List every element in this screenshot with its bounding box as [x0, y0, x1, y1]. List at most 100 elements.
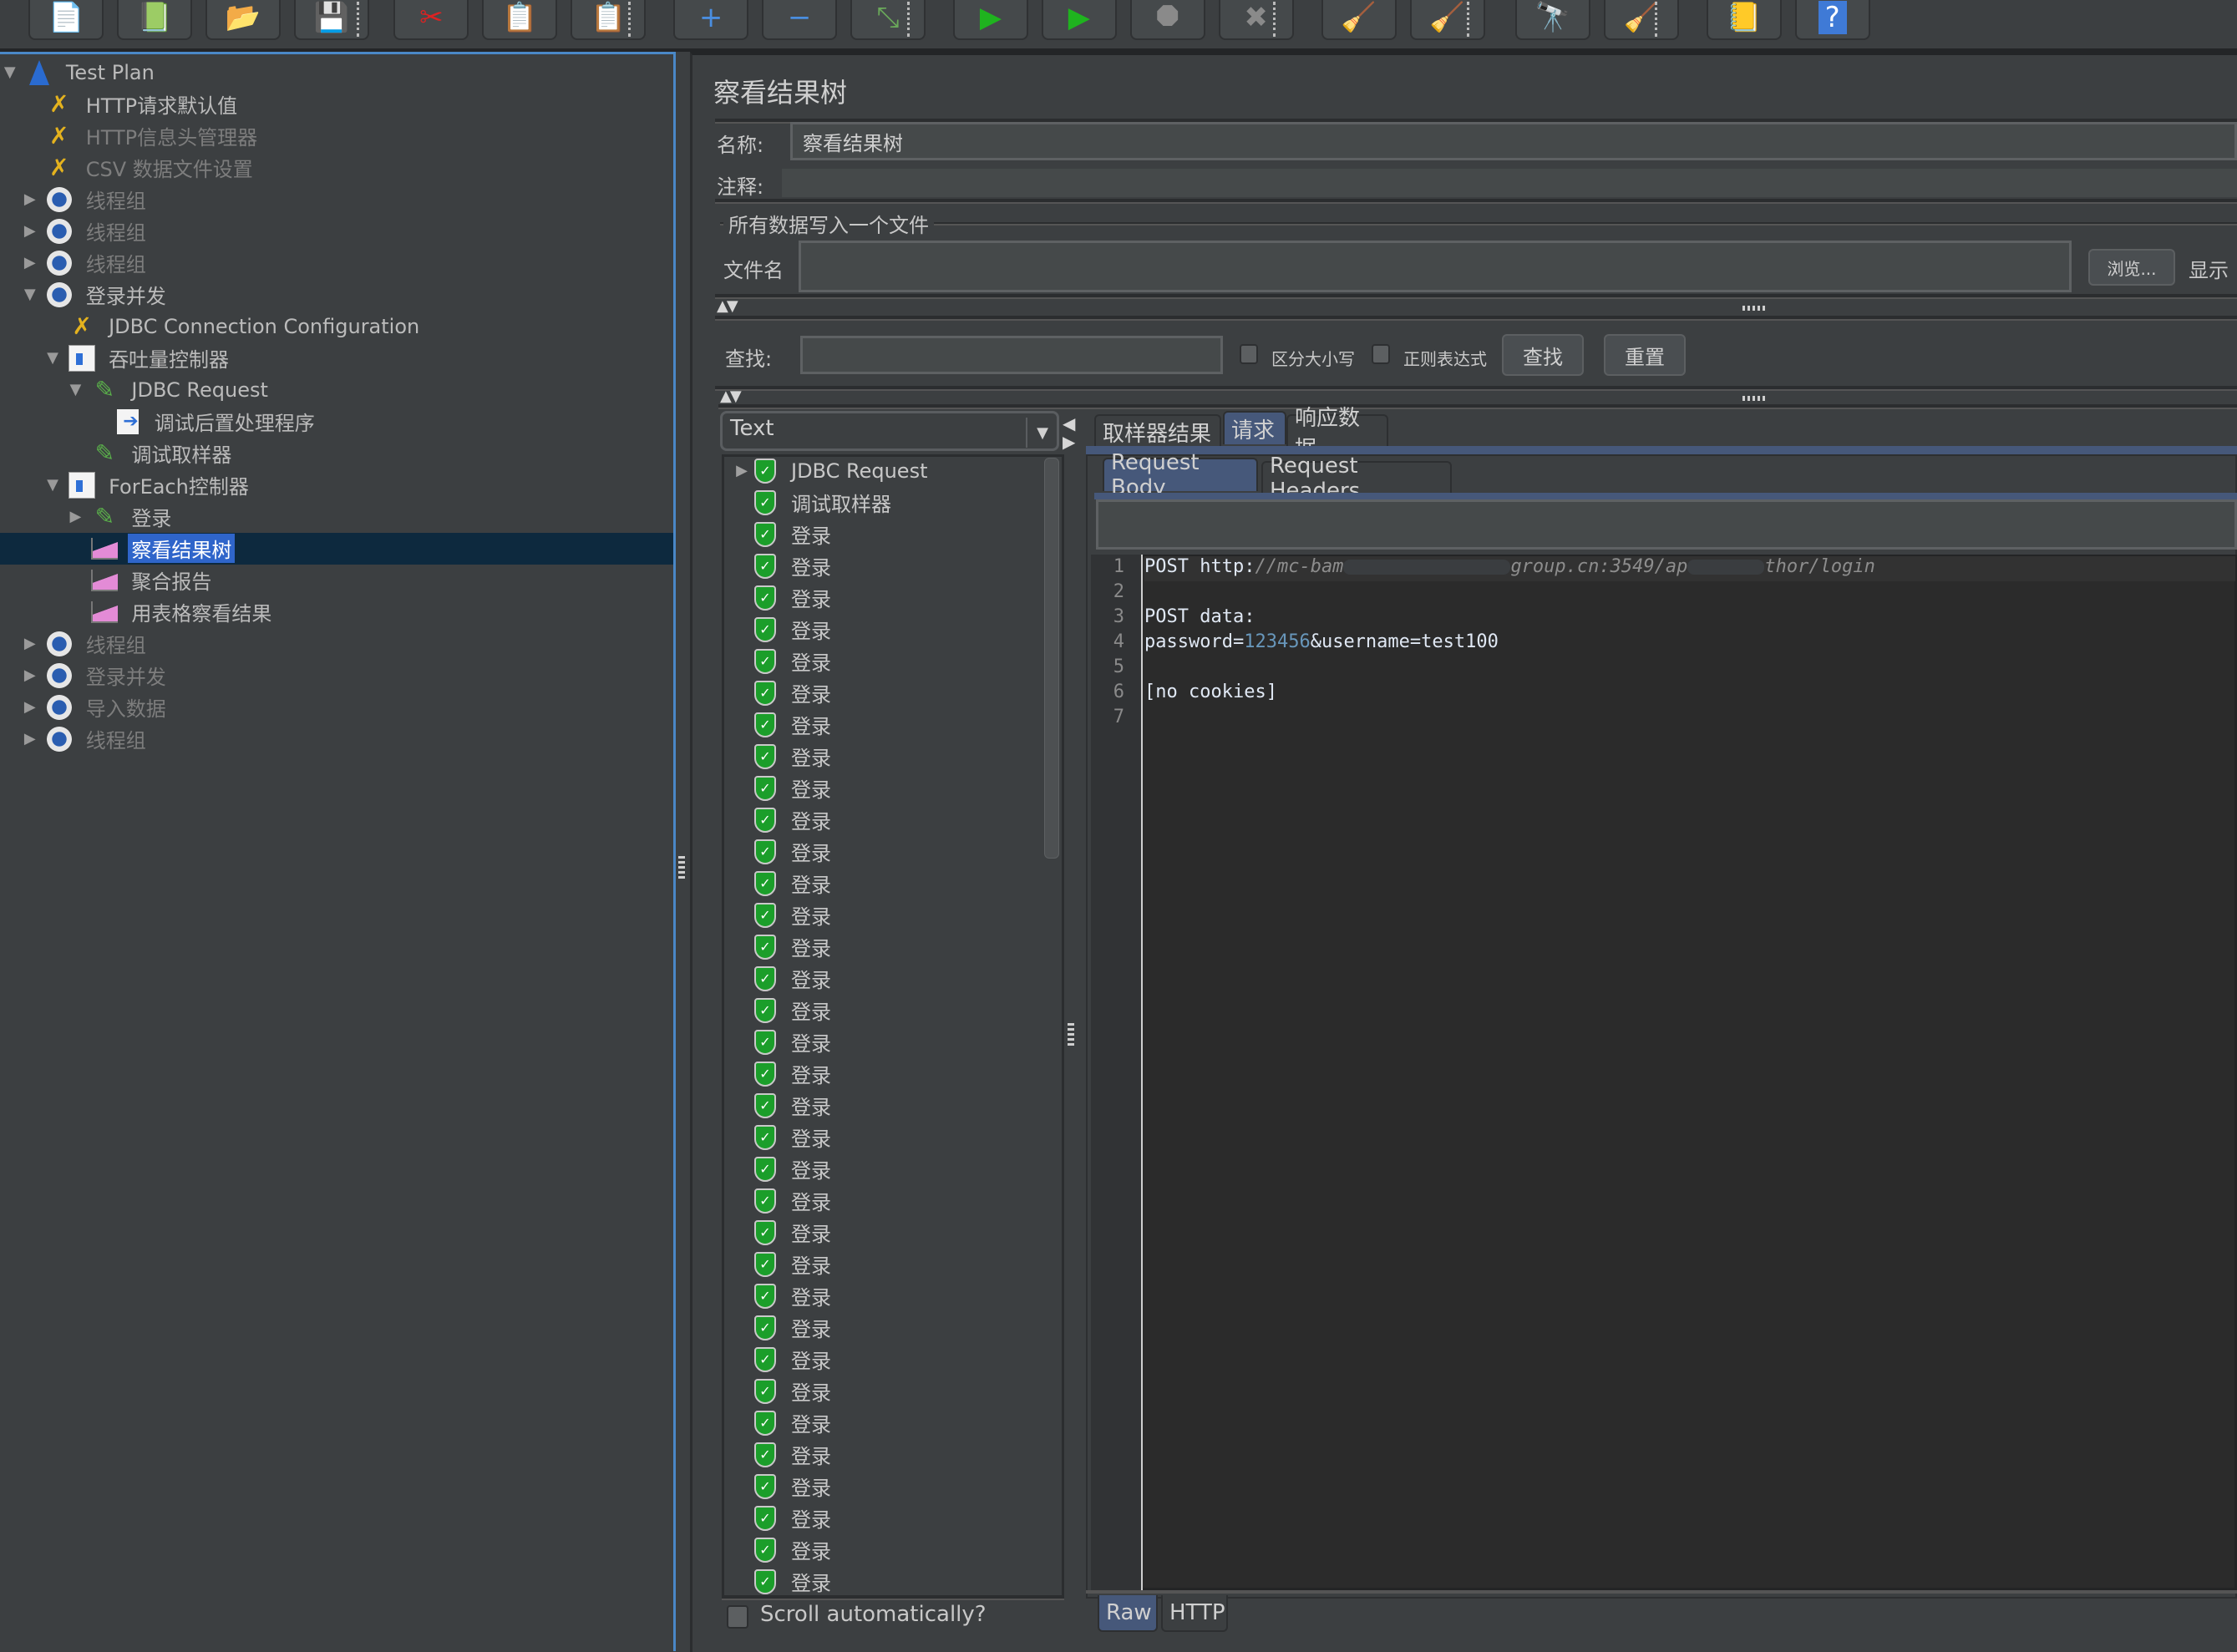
comment-field[interactable]	[782, 169, 2237, 197]
result-item[interactable]: ✓ 登录	[724, 677, 831, 709]
result-item[interactable]: ✓ 登录	[724, 646, 831, 677]
collapsed-toggle-icon[interactable]: ▶	[21, 190, 39, 208]
tree-node[interactable]: ▶ 线程组	[21, 723, 150, 755]
tree-node[interactable]: ✎ 调试取样器	[66, 438, 235, 469]
collapsed-toggle-icon[interactable]: ▶	[21, 666, 39, 684]
result-item[interactable]: ✓ 登录	[724, 614, 831, 646]
tree-node[interactable]: ▶ 线程组	[21, 628, 150, 660]
result-item[interactable]: ✓ 登录	[724, 1280, 831, 1312]
search-input[interactable]	[800, 336, 1223, 374]
collapsed-toggle-icon[interactable]: ▶	[21, 635, 39, 652]
result-item[interactable]: ✓ 登录	[724, 995, 831, 1026]
result-item[interactable]: ✓ 登录	[724, 1503, 831, 1534]
result-item[interactable]: ✓ 登录	[724, 1376, 831, 1407]
tree-node[interactable]: ▼ ✎ JDBC Request	[66, 374, 271, 406]
tree-node[interactable]: ▶ 导入数据	[21, 692, 170, 723]
clear-button[interactable]: 🧹	[1321, 0, 1397, 40]
result-item[interactable]: ✓ 登录	[724, 1153, 831, 1185]
result-item[interactable]: ✓ 登录	[724, 519, 831, 550]
tree-node[interactable]: ▶ 登录并发	[21, 660, 170, 692]
result-item[interactable]: ✓ 登录	[724, 836, 831, 868]
result-item[interactable]: ✓ 登录	[724, 931, 831, 963]
result-item[interactable]: ✓ 登录	[724, 1090, 831, 1122]
splitter-handle[interactable]	[678, 854, 685, 879]
result-item[interactable]: ✓ 登录	[724, 963, 831, 995]
result-item[interactable]: ✓ 登录	[724, 1344, 831, 1376]
result-item[interactable]: ✓ 登录	[724, 1058, 831, 1090]
expanded-toggle-icon[interactable]: ▼	[21, 286, 39, 303]
find-button[interactable]: 查找	[1502, 334, 1584, 376]
regex-checkbox[interactable]	[1372, 344, 1390, 364]
result-item[interactable]: ✓ 登录	[724, 773, 831, 804]
filename-field[interactable]	[799, 241, 2072, 292]
tree-node[interactable]: 聚合报告	[66, 565, 215, 596]
result-item[interactable]: ✓ 登录	[724, 550, 831, 582]
clear-all-button[interactable]: 🧹	[1409, 0, 1485, 40]
tab-request[interactable]: 请求	[1223, 411, 1286, 444]
collapse-expand-arrows[interactable]: ▲▼	[717, 297, 738, 315]
tree-node[interactable]: ▼ 登录并发	[21, 279, 170, 311]
chevron-down-icon[interactable]: ▼	[1026, 418, 1058, 448]
result-item[interactable]: ✓ 登录	[724, 709, 831, 741]
result-item[interactable]: ✓ 登录	[724, 899, 831, 931]
collapsed-toggle-icon[interactable]: ▶	[21, 698, 39, 716]
collapsed-toggle-icon[interactable]: ▶	[21, 254, 39, 271]
result-item[interactable]: ✓ 登录	[724, 1026, 831, 1058]
name-field[interactable]: 察看结果树	[790, 122, 2237, 160]
result-item[interactable]: ✓ 登录	[724, 1185, 831, 1217]
tree-node[interactable]: ✗ JDBC Connection Configuration	[43, 311, 423, 342]
browse-button[interactable]: 浏览...	[2088, 249, 2175, 286]
result-item[interactable]: ✓ 登录	[724, 804, 831, 836]
start-no-pauses-button[interactable]: ▶	[1041, 0, 1117, 40]
collapsed-toggle-icon[interactable]: ▶	[66, 508, 84, 525]
expanded-toggle-icon[interactable]: ▼	[1, 63, 19, 81]
scroll-automatically-checkbox[interactable]	[727, 1605, 748, 1629]
result-item[interactable]: ✓ 登录	[724, 1217, 831, 1249]
tree-node[interactable]: ✗ HTTP请求默认值	[21, 89, 241, 120]
start-button[interactable]: ▶	[952, 0, 1028, 40]
tree-node[interactable]: ▼ Test Plan	[1, 57, 158, 89]
new-button[interactable]: 📄	[28, 0, 104, 40]
splitter-handle[interactable]	[1742, 396, 1766, 401]
collapsed-toggle-icon[interactable]: ▶	[729, 462, 754, 479]
result-item[interactable]: ✓ 登录	[724, 1407, 831, 1439]
subtab-request-headers[interactable]: Request Headers	[1261, 454, 1452, 504]
request-body-editor[interactable]	[1091, 555, 2237, 1590]
collapse-button[interactable]: −	[762, 0, 838, 40]
tree-node[interactable]: ▶ ✎ 登录	[66, 501, 175, 533]
stop-button[interactable]: ⯃	[1129, 0, 1205, 40]
result-item[interactable]: ✓ 登录	[724, 1312, 831, 1344]
reset-button[interactable]: 重置	[1604, 334, 1686, 376]
collapsed-toggle-icon[interactable]: ▶	[21, 222, 39, 240]
result-item[interactable]: ✓ 登录	[724, 1439, 831, 1471]
paste-button[interactable]: 📋	[571, 0, 647, 40]
tree-node[interactable]: ▼ 吞吐量控制器	[43, 342, 232, 374]
expanded-toggle-icon[interactable]: ▼	[66, 381, 84, 398]
result-item[interactable]: ✓ 登录	[724, 741, 831, 773]
tree-node[interactable]: ✗ CSV 数据文件设置	[21, 152, 256, 184]
tree-node[interactable]: ▶ 线程组	[21, 184, 150, 215]
shutdown-button[interactable]: ✖	[1218, 0, 1294, 40]
result-item[interactable]: ✓ 登录	[724, 1249, 831, 1280]
expand-button[interactable]: +	[673, 0, 749, 40]
expanded-toggle-icon[interactable]: ▼	[43, 349, 62, 367]
tree-node[interactable]: 用表格察看结果	[66, 596, 275, 628]
collapse-expand-arrows[interactable]: ▲▼	[720, 388, 742, 405]
tab-http[interactable]: HTTP	[1161, 1595, 1228, 1632]
result-item[interactable]: ▶ ✓ JDBC Request	[724, 457, 927, 487]
tree-node[interactable]: ▶ 线程组	[21, 247, 150, 279]
cut-button[interactable]: ✂	[393, 0, 469, 40]
splitter-handle[interactable]	[1742, 306, 1766, 311]
open-button[interactable]: 📂	[205, 0, 281, 40]
tree-node[interactable]: ▶ 线程组	[21, 215, 150, 247]
tab-raw[interactable]: Raw	[1098, 1595, 1158, 1632]
result-item[interactable]: ✓ 登录	[724, 582, 831, 614]
tree-node[interactable]: 察看结果树	[0, 532, 673, 565]
tab-sampler-result[interactable]: 取样器结果	[1094, 414, 1221, 448]
function-helper-button[interactable]: 📒	[1706, 0, 1782, 40]
collapse-expand-arrows[interactable]: ◀ ▶	[1063, 414, 1075, 451]
tab-response-data[interactable]: 响应数据	[1286, 406, 1388, 462]
copy-button[interactable]: 📋	[482, 0, 558, 40]
result-item[interactable]: ✓ 登录	[724, 1122, 831, 1153]
request-filter-field[interactable]	[1096, 499, 2237, 550]
